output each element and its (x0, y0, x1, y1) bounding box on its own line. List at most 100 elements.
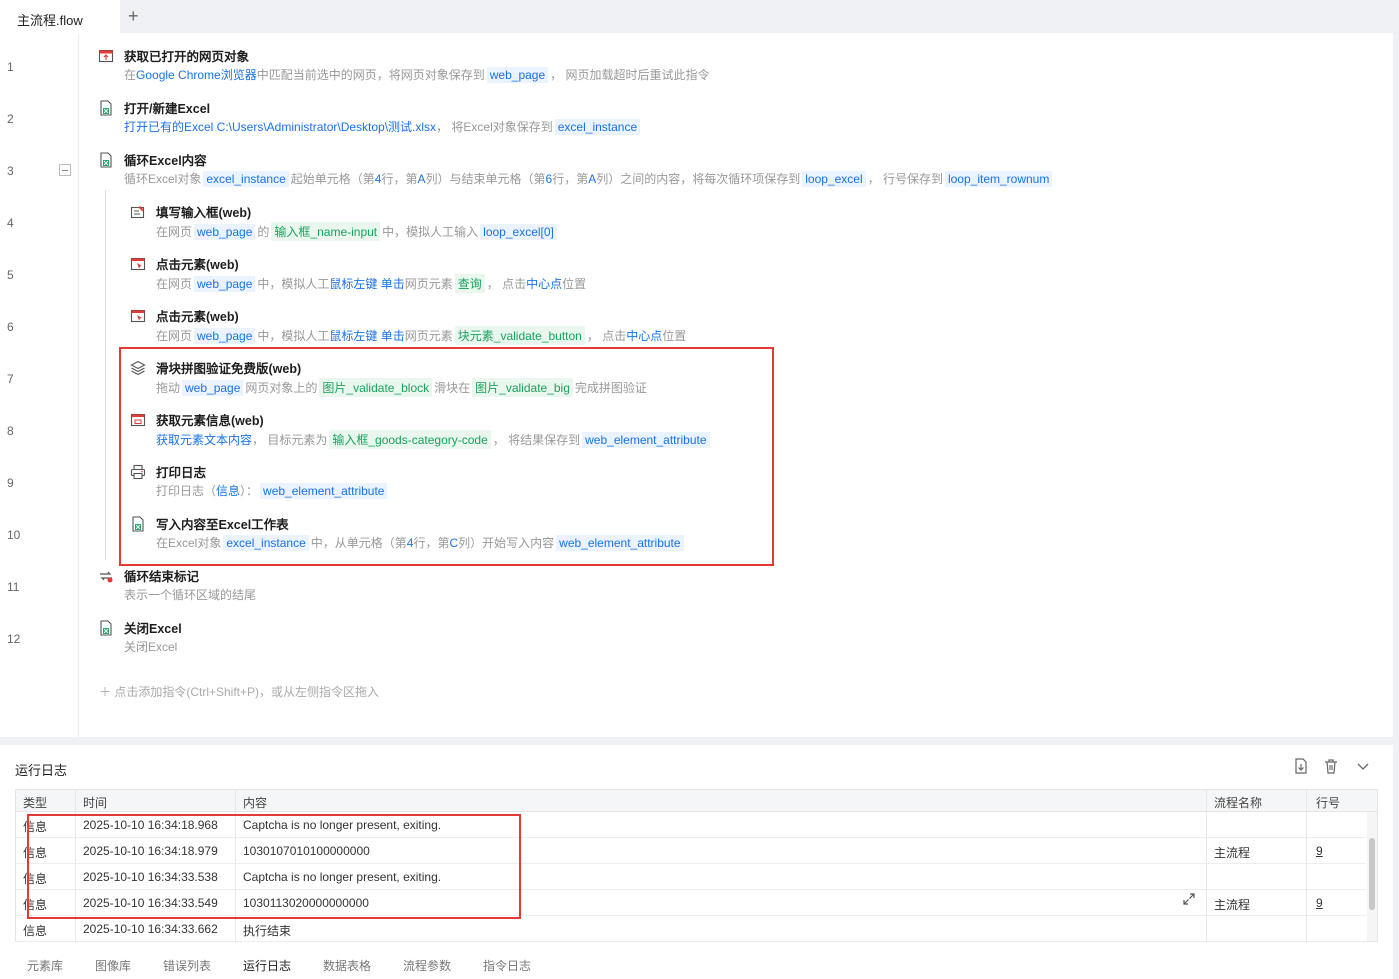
element-token[interactable]: 输入框_name-input (271, 222, 381, 241)
collapse-loop-button[interactable] (59, 164, 71, 176)
bottom-tab[interactable]: 流程参数 (403, 957, 451, 974)
log-type: 信息 (23, 924, 48, 938)
desc-text: ， 点击 (586, 329, 627, 343)
variable-token[interactable]: loop_excel (802, 171, 866, 187)
line-number: 6 (7, 320, 14, 334)
line-number: 9 (7, 476, 14, 490)
step-description: 打开已有的Excel C:\Users\Administrator\Deskto… (124, 118, 642, 135)
scrollbar-thumb[interactable] (1369, 838, 1375, 910)
desc-text: ， 将Excel对象保存到 (436, 120, 553, 134)
desc-text: 中，模拟人工输入 (382, 225, 479, 239)
log-scrollbar[interactable] (1367, 812, 1377, 941)
param-token[interactable]: A (588, 172, 596, 186)
step-description: 在 Google Chrome浏览器 中匹配当前选中的网页，将网页对象保存到 w… (124, 66, 709, 83)
variable-token[interactable]: loop_excel[0] (480, 224, 557, 240)
param-token[interactable]: 6 (546, 172, 553, 186)
step-title: 打开/新建Excel (124, 102, 211, 116)
clear-log-icon[interactable] (1323, 758, 1341, 776)
line-number: 8 (7, 424, 14, 438)
log-panel-title: 运行日志 (15, 763, 68, 778)
step-title: 点击元素(web) (156, 310, 239, 324)
desc-text: 中，模拟人工 (257, 277, 330, 291)
flow-editor: 1 2 3 4 5 6 7 8 9 10 11 12 获取已打开的网页对象在 Google Chrom… (0, 33, 1393, 737)
loop-guide-line (105, 190, 106, 560)
step-title: 循环Excel内容 (124, 154, 207, 168)
bottom-tab[interactable]: 数据表格 (323, 957, 371, 974)
variable-token[interactable]: excel_instance (554, 119, 641, 135)
param-token[interactable]: Google Chrome浏览器 (136, 66, 257, 83)
col-type[interactable]: 类型 (23, 794, 47, 811)
log-flow-name: 主流程 (1214, 846, 1251, 860)
col-time[interactable]: 时间 (83, 794, 107, 811)
step-description: 关闭Excel (124, 638, 177, 655)
add-tab-button[interactable]: + (128, 6, 146, 26)
col-flow-name[interactable]: 流程名称 (1214, 794, 1262, 811)
variable-token[interactable]: web_page (194, 328, 256, 344)
desc-text: 在 (124, 68, 137, 82)
desc-text: 的 (257, 225, 270, 239)
log-table-header: 类型 时间 内容 流程名称 行号 (16, 790, 1377, 812)
step-title: 循环结束标记 (124, 570, 200, 584)
desc-text: 网页元素 (404, 329, 453, 343)
log-time: 2025-10-10 16:34:33.662 (83, 922, 218, 936)
param-token[interactable]: 中心点 (526, 275, 562, 292)
loop-end-icon (98, 568, 114, 584)
variable-token[interactable]: web_page (194, 224, 256, 240)
desc-text: 列）与结束单元格（第 (425, 172, 546, 186)
bottom-tab[interactable]: 图像库 (95, 957, 131, 974)
desc-text: 关闭Excel (124, 640, 178, 654)
export-log-icon[interactable] (1293, 758, 1311, 776)
desc-text: 在网页 (156, 329, 193, 343)
input-edit-icon (130, 204, 146, 220)
variable-token[interactable]: excel_instance (203, 171, 289, 187)
excel-close-icon (98, 620, 114, 636)
desc-text: 列）之间的内容，将每次循环项保存到 (596, 172, 801, 186)
excel-icon (98, 100, 114, 116)
highlight-box (119, 347, 774, 566)
param-token[interactable]: 4 (375, 172, 382, 186)
variable-token[interactable]: web_page (486, 67, 549, 83)
tab-main-flow[interactable]: 主流程.flow (0, 0, 120, 34)
bottom-tab[interactable]: 元素库 (27, 957, 63, 974)
bottom-tab[interactable]: 运行日志 (243, 957, 291, 974)
bottom-tab[interactable]: 错误列表 (163, 957, 211, 974)
col-line-no[interactable]: 行号 (1316, 794, 1340, 811)
log-line-no[interactable]: 9 (1316, 896, 1323, 910)
desc-text: 位置 (562, 277, 587, 291)
desc-text: 中，模拟人工 (257, 329, 330, 343)
line-number: 7 (7, 372, 14, 386)
desc-text: 循环Excel对象 (124, 172, 202, 186)
click-icon (130, 308, 146, 324)
param-token[interactable]: 鼠标左键 单击 (329, 275, 404, 292)
variable-token[interactable]: web_page (194, 276, 256, 292)
step-title: 关闭Excel (124, 622, 182, 636)
element-token[interactable]: 块元素_validate_button (454, 326, 585, 345)
desc-text: 网页元素 (404, 277, 453, 291)
add-instruction-hint[interactable]: ＋ 点击添加指令(Ctrl+Shift+P)，或从左侧指令区拖入 (99, 683, 379, 700)
step-description: 在网页 web_page 中，模拟人工 鼠标左键 单击 网页元素 查询， 点击 … (156, 274, 586, 293)
desc-text: ， 点击 (486, 277, 527, 291)
line-number: 1 (7, 60, 14, 74)
param-token[interactable]: 鼠标左键 单击 (329, 327, 404, 344)
step-title: 点击元素(web) (156, 258, 239, 272)
element-token[interactable]: 查询 (454, 274, 485, 293)
desc-text: 在网页 (156, 277, 193, 291)
log-line-no[interactable]: 9 (1316, 844, 1323, 858)
expand-icon[interactable] (1182, 892, 1196, 906)
log-row[interactable]: 信息 2025-10-10 16:34:33.662 执行结束 (16, 916, 1366, 942)
desc-text: ， 网页加载超时后重试此指令 (550, 68, 710, 82)
bottom-tab[interactable]: 指令日志 (483, 957, 531, 974)
col-content[interactable]: 内容 (243, 794, 267, 811)
line-number: 4 (7, 216, 14, 230)
variable-token[interactable]: loop_item_rownum (944, 171, 1053, 187)
line-number: 11 (7, 580, 20, 594)
log-highlight-box (27, 814, 521, 919)
collapse-panel-icon[interactable] (1355, 758, 1373, 776)
param-token[interactable]: A (417, 172, 425, 186)
param-token[interactable]: 打开已有的Excel C:\Users\Administrator\Deskto… (124, 118, 436, 135)
step-title: 填写输入框(web) (156, 206, 252, 220)
desc-text: ， 行号保存到 (867, 172, 943, 186)
step-description: 循环Excel对象 excel_instance 起始单元格（第 4 行，第 A… (124, 170, 1054, 187)
line-number: 10 (7, 528, 21, 542)
param-token[interactable]: 中心点 (626, 327, 662, 344)
